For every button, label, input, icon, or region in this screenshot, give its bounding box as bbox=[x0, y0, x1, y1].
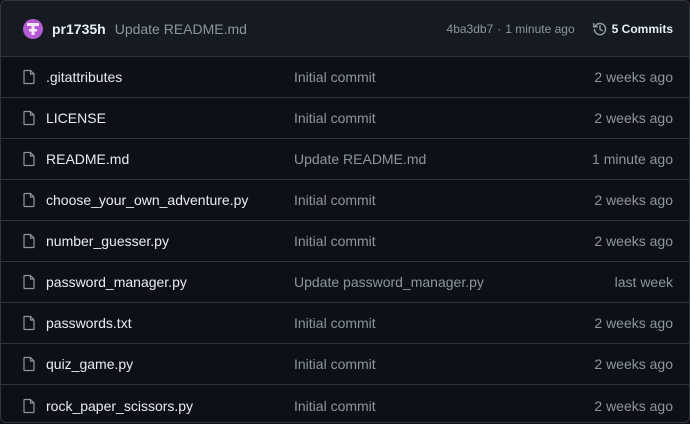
meta-separator: · bbox=[497, 21, 502, 36]
file-commit-message-link[interactable]: Initial commit bbox=[294, 69, 594, 85]
file-commit-time: 2 weeks ago bbox=[594, 397, 673, 414]
file-row[interactable]: choose_your_own_adventure.py Initial comm… bbox=[1, 180, 689, 221]
file-row[interactable]: password_manager.py Update password_manag… bbox=[1, 262, 689, 303]
file-commit-message-link[interactable]: Initial commit bbox=[294, 398, 594, 414]
file-icon bbox=[21, 356, 37, 372]
file-browser: pr1735h Update README.md 4ba3db7 · 1 min… bbox=[0, 0, 690, 423]
commit-author-link[interactable]: pr1735h bbox=[52, 21, 106, 37]
file-icon bbox=[21, 398, 37, 414]
file-commit-time: 2 weeks ago bbox=[594, 192, 673, 208]
avatar-icon bbox=[27, 22, 39, 35]
file-row[interactable]: .gitattributes Initial commit 2 weeks ago bbox=[1, 57, 689, 98]
file-name-link[interactable]: .gitattributes bbox=[46, 69, 294, 85]
file-commit-message-link[interactable]: Initial commit bbox=[294, 110, 594, 126]
file-row[interactable]: passwords.txt Initial commit 2 weeks ago bbox=[1, 303, 689, 344]
file-commit-message-link[interactable]: Initial commit bbox=[294, 192, 594, 208]
file-name-link[interactable]: passwords.txt bbox=[46, 315, 294, 331]
file-name-link[interactable]: choose_your_own_adventure.py bbox=[46, 192, 294, 208]
file-commit-time: 2 weeks ago bbox=[594, 356, 673, 372]
file-row[interactable]: number_guesser.py Initial commit 2 weeks a… bbox=[1, 221, 689, 262]
commits-count: 5 Commits bbox=[611, 21, 673, 36]
file-commit-time: last week bbox=[614, 274, 673, 290]
file-commit-time: 2 weeks ago bbox=[594, 233, 673, 249]
file-name-link[interactable]: LICENSE bbox=[46, 110, 294, 126]
avatar[interactable] bbox=[23, 18, 43, 39]
file-commit-message-link[interactable]: Update README.md bbox=[294, 151, 592, 167]
commit-meta: 4ba3db7 · 1 minute ago bbox=[447, 22, 575, 36]
history-icon bbox=[592, 22, 606, 35]
commits-history-button[interactable]: 5 Commits bbox=[592, 21, 673, 37]
file-name-link[interactable]: README.md bbox=[46, 151, 294, 167]
file-icon bbox=[21, 274, 37, 290]
commit-time: 1 minute ago bbox=[505, 21, 575, 36]
file-icon bbox=[21, 69, 37, 85]
file-commit-time: 2 weeks ago bbox=[594, 315, 673, 331]
file-icon bbox=[21, 151, 37, 167]
file-commit-time: 2 weeks ago bbox=[594, 110, 673, 126]
file-name-link[interactable]: number_guesser.py bbox=[46, 233, 294, 249]
file-row[interactable]: rock_paper_scissors.py Initial commit 2 we… bbox=[1, 385, 689, 422]
file-list: .gitattributes Initial commit 2 weeks ago L… bbox=[1, 57, 689, 422]
file-commit-time: 2 weeks ago bbox=[594, 69, 673, 85]
file-commit-message-link[interactable]: Update password_manager.py bbox=[294, 274, 615, 290]
file-name-link[interactable]: quiz_game.py bbox=[46, 356, 294, 372]
file-name-link[interactable]: password_manager.py bbox=[46, 274, 294, 290]
commit-sha-link[interactable]: 4ba3db7 bbox=[447, 22, 494, 36]
file-icon bbox=[21, 233, 37, 249]
file-commit-message-link[interactable]: Initial commit bbox=[294, 233, 594, 249]
file-commit-time: 1 minute ago bbox=[592, 151, 673, 167]
file-commit-message-link[interactable]: Initial commit bbox=[294, 315, 594, 331]
file-row[interactable]: README.md Update README.md 1 minute ago bbox=[1, 139, 689, 180]
file-row[interactable]: quiz_game.py Initial commit 2 weeks ago bbox=[1, 344, 689, 385]
file-icon bbox=[21, 110, 37, 126]
file-icon bbox=[21, 315, 37, 331]
latest-commit-message[interactable]: Update README.md bbox=[115, 21, 247, 37]
file-name-link[interactable]: rock_paper_scissors.py bbox=[46, 398, 294, 414]
file-commit-message-link[interactable]: Initial commit bbox=[294, 356, 594, 372]
file-icon bbox=[21, 192, 37, 208]
latest-commit-bar: pr1735h Update README.md 4ba3db7 · 1 min… bbox=[1, 1, 689, 57]
file-row[interactable]: LICENSE Initial commit 2 weeks ago bbox=[1, 98, 689, 139]
